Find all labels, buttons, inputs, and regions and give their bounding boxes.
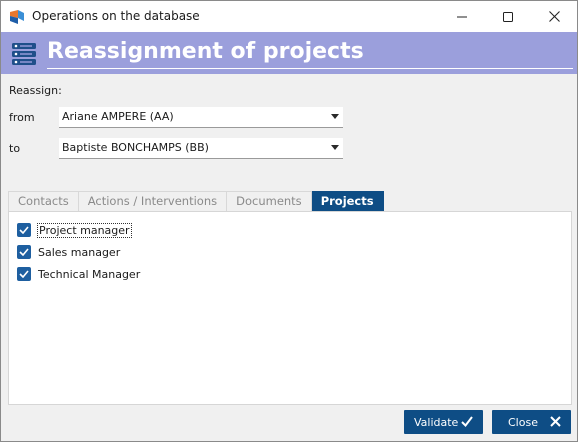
- close-icon: [548, 11, 560, 22]
- tab-projects[interactable]: Projects: [311, 191, 384, 211]
- tab-documents[interactable]: Documents: [227, 191, 312, 211]
- technical-manager-checkbox[interactable]: [17, 267, 31, 281]
- project-manager-label: Project manager: [37, 222, 132, 238]
- projects-panel: Project manager Sales manager Technical …: [8, 211, 572, 405]
- sales-manager-label: Sales manager: [38, 245, 121, 259]
- to-label: to: [9, 142, 21, 155]
- to-select-value: Baptiste BONCHAMPS (BB): [62, 141, 209, 154]
- maximize-button[interactable]: [485, 1, 531, 32]
- dialog-window: Operations on the database Reassignment …: [0, 0, 578, 442]
- validate-button[interactable]: Validate: [404, 410, 483, 434]
- tab-bar: Contacts Actions / Interventions Documen…: [8, 191, 384, 211]
- sales-manager-checkbox[interactable]: [17, 245, 31, 259]
- project-manager-option[interactable]: Project manager: [17, 222, 132, 238]
- tab-actions-interventions[interactable]: Actions / Interventions: [78, 191, 228, 211]
- checkmark-icon: [19, 248, 29, 256]
- technical-manager-option[interactable]: Technical Manager: [17, 266, 141, 282]
- window-title: Operations on the database: [32, 9, 200, 23]
- reassign-label: Reassign:: [9, 84, 62, 97]
- database-server-icon: [12, 43, 36, 65]
- maximize-icon: [503, 11, 513, 22]
- checkmark-icon: [19, 270, 29, 278]
- close-button[interactable]: Close: [492, 410, 571, 434]
- to-select[interactable]: Baptiste BONCHAMPS (BB): [59, 138, 343, 159]
- chevron-down-icon: [331, 145, 339, 150]
- app-logo-icon: [10, 10, 24, 24]
- minimize-icon: [457, 16, 467, 17]
- close-button-label: Close: [508, 415, 538, 429]
- validate-button-label: Validate: [414, 415, 459, 429]
- from-select[interactable]: Ariane AMPERE (AA): [59, 107, 343, 128]
- technical-manager-label: Technical Manager: [38, 267, 141, 281]
- header-banner: Reassignment of projects: [1, 32, 577, 74]
- checkmark-icon: [461, 416, 473, 427]
- checkmark-icon: [19, 226, 29, 234]
- page-title: Reassignment of projects: [47, 36, 573, 69]
- close-x-icon: [550, 416, 561, 427]
- minimize-button[interactable]: [439, 1, 485, 32]
- sales-manager-option[interactable]: Sales manager: [17, 244, 121, 260]
- from-select-value: Ariane AMPERE (AA): [62, 110, 174, 123]
- window-close-button[interactable]: [531, 1, 577, 32]
- from-label: from: [9, 111, 35, 124]
- tab-contacts[interactable]: Contacts: [8, 191, 79, 211]
- title-bar: Operations on the database: [1, 1, 577, 32]
- project-manager-checkbox[interactable]: [17, 223, 31, 237]
- chevron-down-icon: [331, 114, 339, 119]
